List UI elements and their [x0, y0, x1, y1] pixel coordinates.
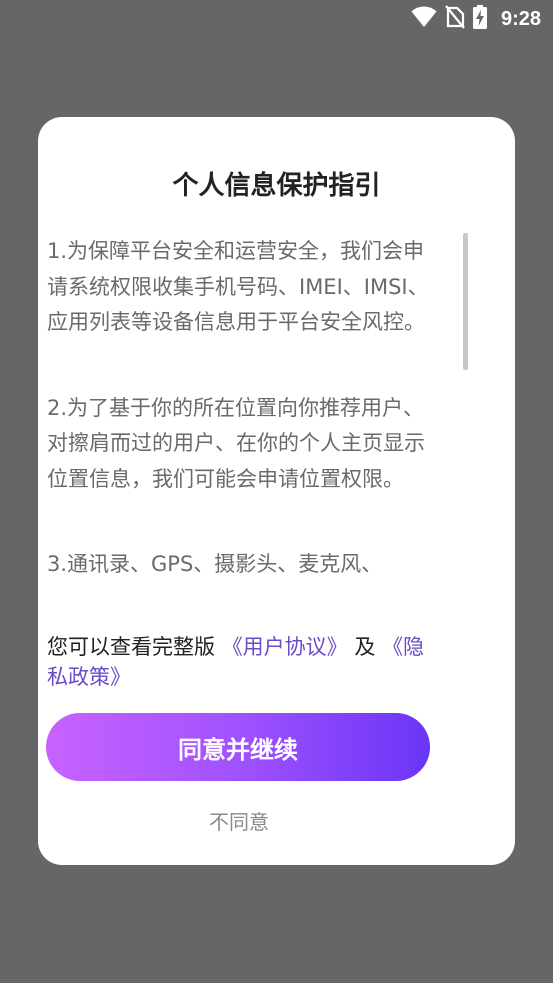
- battery-charging-icon: [472, 5, 487, 33]
- status-bar: 9:28: [0, 0, 553, 38]
- disagree-button[interactable]: 不同意: [150, 802, 328, 838]
- no-sim-icon: [445, 5, 465, 33]
- terms-paragraph-3: 3.通讯录、GPS、摄影头、麦克风、: [47, 552, 383, 576]
- terms-scroll-area[interactable]: 1.为保障平台安全和运营安全，我们会申请系统权限收集手机号码、IMEI、IMSI…: [47, 234, 430, 610]
- terms-paragraph-1: 1.为保障平台安全和运营安全，我们会申请系统权限收集手机号码、IMEI、IMSI…: [47, 239, 429, 334]
- agreement-links: 您可以查看完整版 《用户协议》 及 《隐私政策》: [47, 632, 432, 692]
- status-icons: 9:28: [411, 5, 541, 33]
- status-time: 9:28: [500, 7, 541, 30]
- links-and: 及: [354, 635, 376, 659]
- user-agreement-link[interactable]: 《用户协议》: [222, 635, 348, 659]
- dialog-title: 个人信息保护指引: [172, 171, 381, 201]
- wifi-icon: [411, 6, 437, 32]
- agree-button[interactable]: 同意并继续: [46, 713, 430, 781]
- links-prefix: 您可以查看完整版: [47, 635, 215, 659]
- scrollbar[interactable]: [463, 233, 468, 370]
- terms-paragraph-2: 2.为了基于你的所在位置向你推荐用户、对擦肩而过的用户、在你的个人主页显示位置信…: [47, 395, 425, 491]
